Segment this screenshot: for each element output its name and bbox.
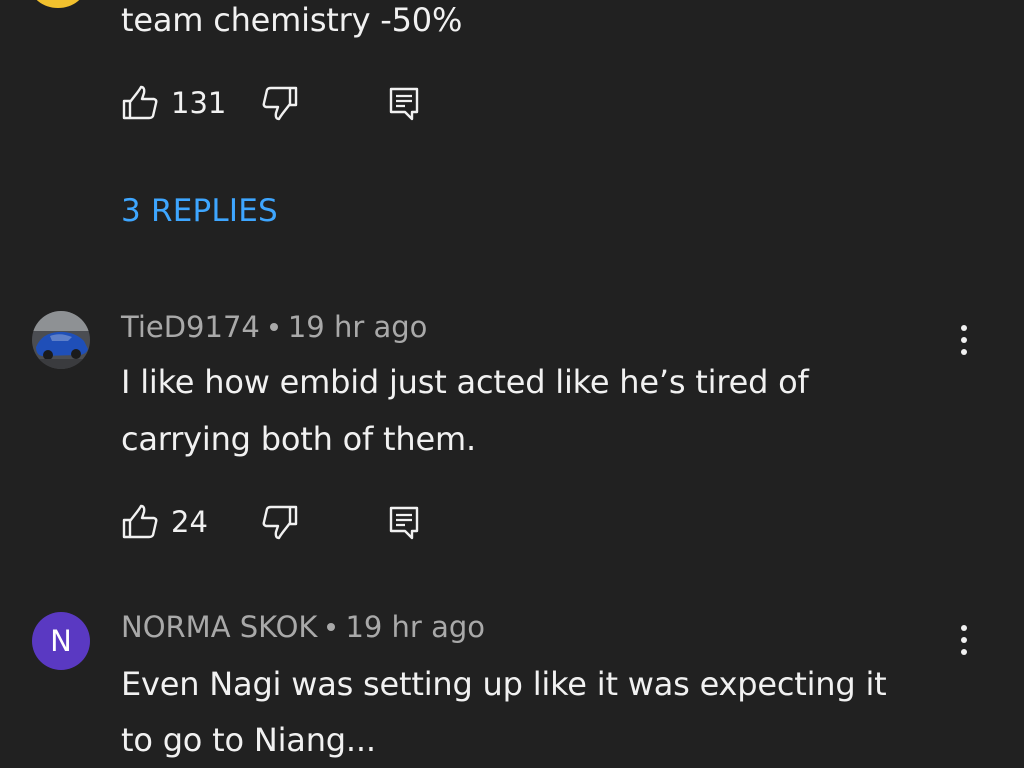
- thumbs-up-icon[interactable]: [121, 84, 159, 122]
- more-options-icon[interactable]: [948, 320, 980, 360]
- view-replies-link[interactable]: 3 REPLIES: [121, 193, 278, 229]
- avatar[interactable]: N: [32, 612, 90, 670]
- comment-meta: TieD9174 19 hr ago: [121, 310, 427, 344]
- reply-icon[interactable]: [385, 503, 423, 541]
- comment-time: 19 hr ago: [287, 310, 428, 344]
- thumbs-down-icon[interactable]: [261, 84, 299, 122]
- avatar-partial[interactable]: [30, 0, 86, 8]
- like-count: 131: [171, 86, 227, 120]
- comment-text-line: to go to Niang...: [121, 721, 376, 759]
- comment-text-line: Even Nagi was setting up like it was exp…: [121, 665, 887, 703]
- comment-author[interactable]: TieD9174: [121, 310, 260, 344]
- comment-meta: NORMA SKOK 19 hr ago: [121, 610, 485, 644]
- comment-text-line: carrying both of them.: [121, 420, 476, 458]
- separator-dot: [327, 622, 336, 631]
- reply-icon[interactable]: [385, 84, 423, 122]
- like-count: 24: [171, 505, 208, 539]
- avatar[interactable]: [32, 311, 90, 369]
- comment-text-line: I like how embid just acted like he’s ti…: [121, 363, 809, 401]
- thumbs-up-icon[interactable]: [121, 503, 159, 541]
- separator-dot: [269, 322, 278, 331]
- comments-screen: team chemistry -50% 131 3 REPLIES TieD91…: [0, 0, 1024, 768]
- thumbs-down-icon[interactable]: [261, 503, 299, 541]
- more-options-icon[interactable]: [948, 620, 980, 660]
- comment-text-line: team chemistry -50%: [121, 1, 463, 39]
- comment-time: 19 hr ago: [345, 610, 485, 644]
- comment-actions: 24: [121, 503, 441, 543]
- car-avatar-image: [32, 311, 90, 369]
- comment-author[interactable]: NORMA SKOK: [121, 610, 317, 644]
- comment-actions: 131: [121, 84, 441, 124]
